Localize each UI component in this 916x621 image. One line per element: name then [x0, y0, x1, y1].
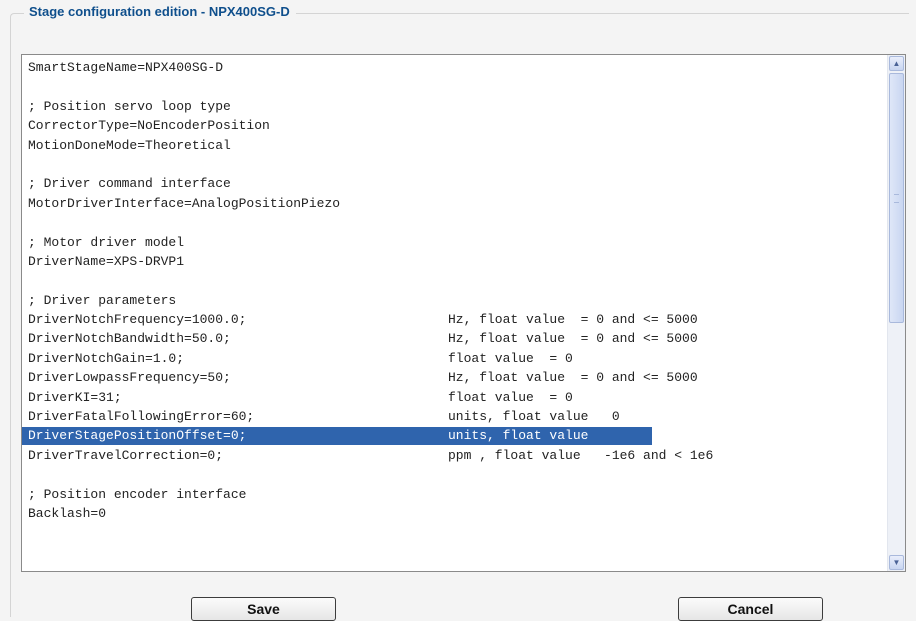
config-line[interactable]: DriverFatalFollowingError=60; units, floa…	[28, 407, 881, 426]
config-line-note: ppm , float value -1e6 and < 1e6	[448, 447, 714, 463]
config-line[interactable]: MotionDoneMode=Theoretical	[28, 136, 881, 155]
config-line[interactable]: ; Motor driver model	[28, 233, 881, 252]
chevron-down-icon: ▼	[892, 557, 901, 567]
config-line[interactable]: DriverKI=31; float value = 0	[28, 388, 881, 407]
config-line[interactable]	[28, 271, 881, 290]
config-line[interactable]: DriverLowpassFrequency=50; Hz, float valu…	[28, 368, 881, 387]
config-line-note: float value = 0	[448, 350, 573, 366]
config-line-note: Hz, float value = 0 and <= 5000	[448, 312, 698, 328]
cancel-button[interactable]: Cancel	[678, 597, 823, 621]
config-line-key: ; Position servo loop type	[28, 98, 231, 114]
config-line-note: Hz, float value = 0 and <= 5000	[448, 370, 698, 386]
scroll-up-button[interactable]: ▲	[889, 56, 904, 71]
config-line-key: CorrectorType=NoEncoderPosition	[28, 118, 270, 134]
config-line-key: DriverStagePositionOffset=0;	[28, 428, 247, 444]
config-text-editor[interactable]: SmartStageName=NPX400SG-D ; Position serv…	[21, 54, 906, 572]
config-line[interactable]	[28, 465, 881, 484]
config-line-key: DriverTravelCorrection=0;	[28, 447, 224, 463]
grip-icon	[894, 194, 899, 203]
config-line-key: DriverFatalFollowingError=60;	[28, 409, 255, 425]
config-line-key: MotionDoneMode=Theoretical	[28, 137, 231, 153]
config-line[interactable]: ; Position servo loop type	[28, 97, 881, 116]
config-line[interactable]: DriverName=XPS-DRVP1	[28, 252, 881, 271]
config-line[interactable]: Backlash=0	[28, 504, 881, 523]
save-button[interactable]: Save	[191, 597, 336, 621]
config-line[interactable]: CorrectorType=NoEncoderPosition	[28, 116, 881, 135]
dialog-title: Stage configuration edition - NPX400SG-D	[24, 3, 296, 21]
config-line[interactable]: DriverTravelCorrection=0; ppm , float val…	[28, 446, 881, 465]
config-line[interactable]: ; Driver parameters	[28, 291, 881, 310]
vertical-scrollbar[interactable]: ▲ ▼	[887, 55, 905, 571]
config-line-key: MotorDriverInterface=AnalogPositionPiezo	[28, 195, 341, 211]
config-line[interactable]	[28, 155, 881, 174]
scrollbar-thumb[interactable]	[889, 73, 904, 323]
chevron-up-icon: ▲	[892, 58, 901, 68]
config-line-key: DriverNotchGain=1.0;	[28, 350, 185, 366]
config-line-note: units, float value	[448, 428, 589, 444]
config-line-key: DriverNotchFrequency=1000.0;	[28, 312, 247, 328]
config-line[interactable]: DriverNotchBandwidth=50.0; Hz, float valu…	[28, 329, 881, 348]
config-line-key: Backlash=0	[28, 505, 107, 521]
config-line-key: ; Motor driver model	[28, 234, 185, 250]
config-line-key: DriverLowpassFrequency=50;	[28, 370, 231, 386]
config-line-key: DriverNotchBandwidth=50.0;	[28, 331, 231, 347]
config-line[interactable]: DriverNotchGain=1.0; float value = 0	[28, 349, 881, 368]
config-line-key: ; Driver command interface	[28, 176, 231, 192]
config-line-note: units, float value 0	[448, 409, 620, 425]
config-line[interactable]: MotorDriverInterface=AnalogPositionPiezo	[28, 194, 881, 213]
config-line[interactable]: ; Driver command interface	[28, 174, 881, 193]
config-line[interactable]	[28, 77, 881, 96]
config-line-key: DriverName=XPS-DRVP1	[28, 253, 185, 269]
config-line[interactable]: DriverNotchFrequency=1000.0; Hz, float va…	[28, 310, 881, 329]
config-line-key: SmartStageName=NPX400SG-D	[28, 60, 224, 75]
config-line[interactable]: SmartStageName=NPX400SG-D	[28, 58, 881, 77]
config-line-key: DriverKI=31;	[28, 389, 122, 405]
config-line-note: Hz, float value = 0 and <= 5000	[448, 331, 698, 347]
config-line[interactable]: ; Position encoder interface	[28, 485, 881, 504]
config-line-key: ; Position encoder interface	[28, 486, 247, 502]
config-lines[interactable]: SmartStageName=NPX400SG-D ; Position serv…	[22, 58, 881, 523]
config-line[interactable]: DriverStagePositionOffset=0; units, float…	[22, 426, 881, 446]
scroll-down-button[interactable]: ▼	[889, 555, 904, 570]
config-line-key: ; Driver parameters	[28, 292, 177, 308]
config-line-note: float value = 0	[448, 389, 573, 405]
config-line[interactable]	[28, 213, 881, 232]
